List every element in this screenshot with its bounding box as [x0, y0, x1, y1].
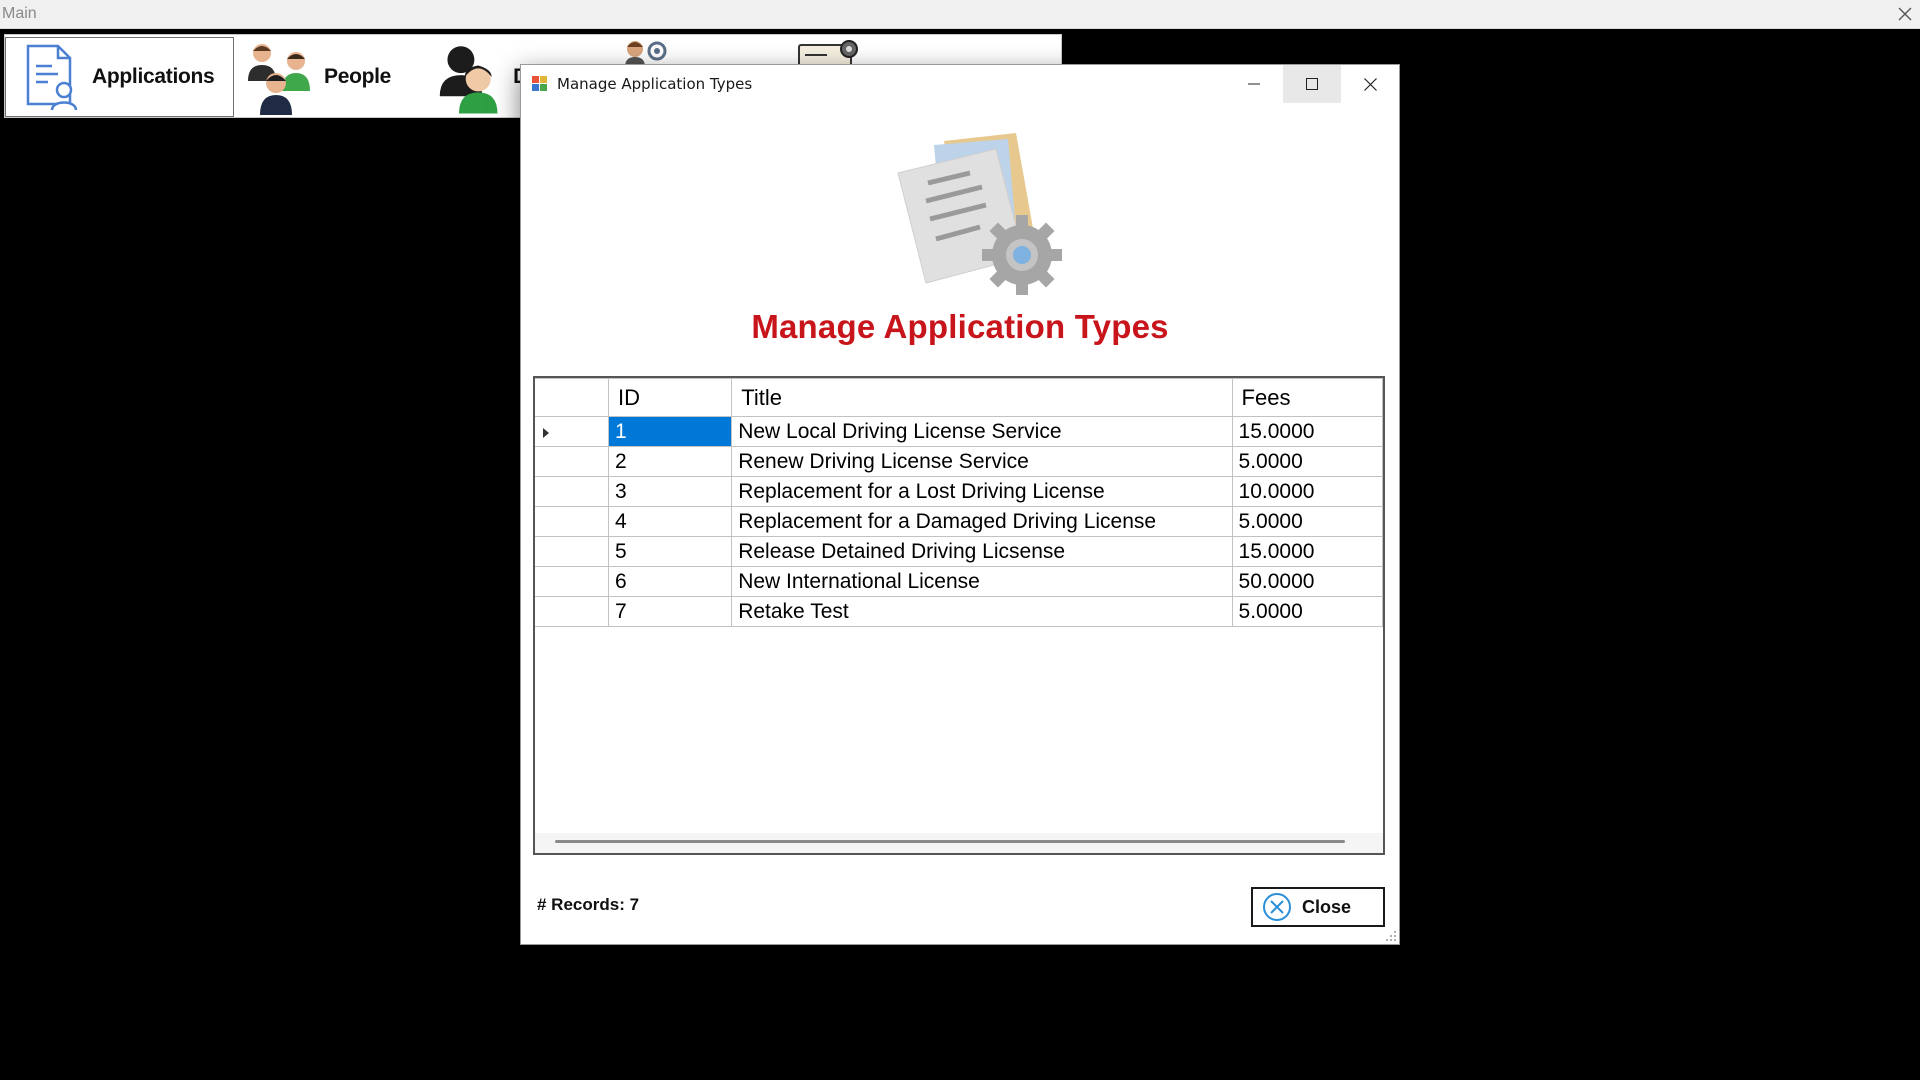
- table-row[interactable]: 7 Retake Test 5.0000: [535, 596, 1383, 627]
- column-header-id[interactable]: ID: [607, 378, 733, 417]
- close-button[interactable]: Close: [1251, 887, 1385, 927]
- close-circle-icon: [1263, 893, 1291, 921]
- row-header[interactable]: [535, 476, 609, 507]
- cell-fees[interactable]: 5.0000: [1231, 506, 1383, 537]
- table-row[interactable]: 1 New Local Driving License Service 15.0…: [535, 416, 1383, 447]
- table-header-row: ID Title Fees: [535, 378, 1383, 417]
- dialog-title: Manage Application Types: [557, 75, 753, 93]
- cell-id[interactable]: 1: [607, 416, 733, 447]
- row-header-current[interactable]: [535, 416, 609, 447]
- cell-title[interactable]: Replacement for a Lost Driving License: [731, 476, 1233, 507]
- cell-title[interactable]: Replacement for a Damaged Driving Licens…: [731, 506, 1233, 537]
- cell-title[interactable]: Release Detained Driving Licsense: [731, 536, 1233, 567]
- cell-id[interactable]: 7: [607, 596, 733, 627]
- records-count: # Records: 7: [537, 895, 640, 914]
- table-row[interactable]: 3 Replacement for a Lost Driving License…: [535, 476, 1383, 507]
- application-types-grid[interactable]: ID Title Fees 1 New Local Driving Licens…: [533, 376, 1385, 855]
- table-row[interactable]: 4 Replacement for a Damaged Driving Lice…: [535, 506, 1383, 537]
- table-row[interactable]: 6 New International License 50.0000: [535, 566, 1383, 597]
- main-title-bar: Main: [0, 0, 1920, 29]
- cell-title[interactable]: New Local Driving License Service: [731, 416, 1233, 447]
- row-header[interactable]: [535, 446, 609, 477]
- people-icon: [248, 44, 310, 115]
- close-icon: [1898, 7, 1912, 21]
- cell-title[interactable]: New International License: [731, 566, 1233, 597]
- cell-id[interactable]: 4: [607, 506, 733, 537]
- cell-id[interactable]: 3: [607, 476, 733, 507]
- horizontal-scrollbar[interactable]: [535, 833, 1383, 853]
- cell-fees[interactable]: 50.0000: [1231, 566, 1383, 597]
- main-window-title: Main: [2, 5, 37, 22]
- app-icon: [532, 76, 547, 91]
- cell-id[interactable]: 6: [607, 566, 733, 597]
- menu-item-drivers[interactable]: D: [428, 37, 528, 117]
- scrollbar-thumb[interactable]: [555, 840, 1345, 843]
- resize-grip-icon[interactable]: [1385, 930, 1397, 942]
- data-table: ID Title Fees 1 New Local Driving Licens…: [535, 378, 1383, 627]
- dialog-close-button[interactable]: [1341, 65, 1399, 103]
- cell-fees[interactable]: 15.0000: [1231, 416, 1383, 447]
- menu-item-label: Applications: [92, 65, 215, 88]
- cell-fees[interactable]: 5.0000: [1231, 446, 1383, 477]
- menu-item-people[interactable]: People: [236, 37, 426, 117]
- account-card-icon: [798, 40, 858, 67]
- row-header[interactable]: [535, 536, 609, 567]
- minimize-icon: [1248, 83, 1260, 85]
- document-user-icon: [26, 44, 78, 111]
- cell-title[interactable]: Retake Test: [731, 596, 1233, 627]
- maximize-icon: [1306, 78, 1318, 90]
- cell-fees[interactable]: 10.0000: [1231, 476, 1383, 507]
- main-close-button[interactable]: [1892, 2, 1918, 26]
- cell-id[interactable]: 5: [607, 536, 733, 567]
- cell-fees[interactable]: 15.0000: [1231, 536, 1383, 567]
- menu-item-applications[interactable]: Applications: [5, 37, 234, 117]
- cell-id[interactable]: 2: [607, 446, 733, 477]
- application-types-settings-icon: [897, 133, 1062, 295]
- cell-title[interactable]: Renew Driving License Service: [731, 446, 1233, 477]
- page-title: Manage Application Types: [751, 308, 1169, 345]
- row-header[interactable]: [535, 596, 609, 627]
- row-header[interactable]: [535, 506, 609, 537]
- current-row-arrow-icon: [543, 427, 549, 438]
- row-header-corner: [535, 378, 609, 417]
- dialog-title-bar: Manage Application Types: [521, 65, 1399, 103]
- minimize-button[interactable]: [1225, 65, 1283, 103]
- menu-item-label: People: [324, 65, 392, 88]
- maximize-button[interactable]: [1283, 65, 1341, 103]
- close-icon: [1363, 77, 1377, 91]
- table-row[interactable]: 5 Release Detained Driving Licsense 15.0…: [535, 536, 1383, 567]
- cell-fees[interactable]: 5.0000: [1231, 596, 1383, 627]
- manage-application-types-dialog: Manage Application Types Manage Applicat…: [520, 64, 1400, 945]
- drivers-icon: [439, 46, 498, 114]
- row-header[interactable]: [535, 566, 609, 597]
- column-header-fees[interactable]: Fees: [1231, 378, 1383, 417]
- close-button-label: Close: [1302, 896, 1352, 917]
- table-row[interactable]: 2 Renew Driving License Service 5.0000: [535, 446, 1383, 477]
- column-header-title[interactable]: Title: [731, 378, 1233, 417]
- user-settings-icon: [625, 41, 667, 67]
